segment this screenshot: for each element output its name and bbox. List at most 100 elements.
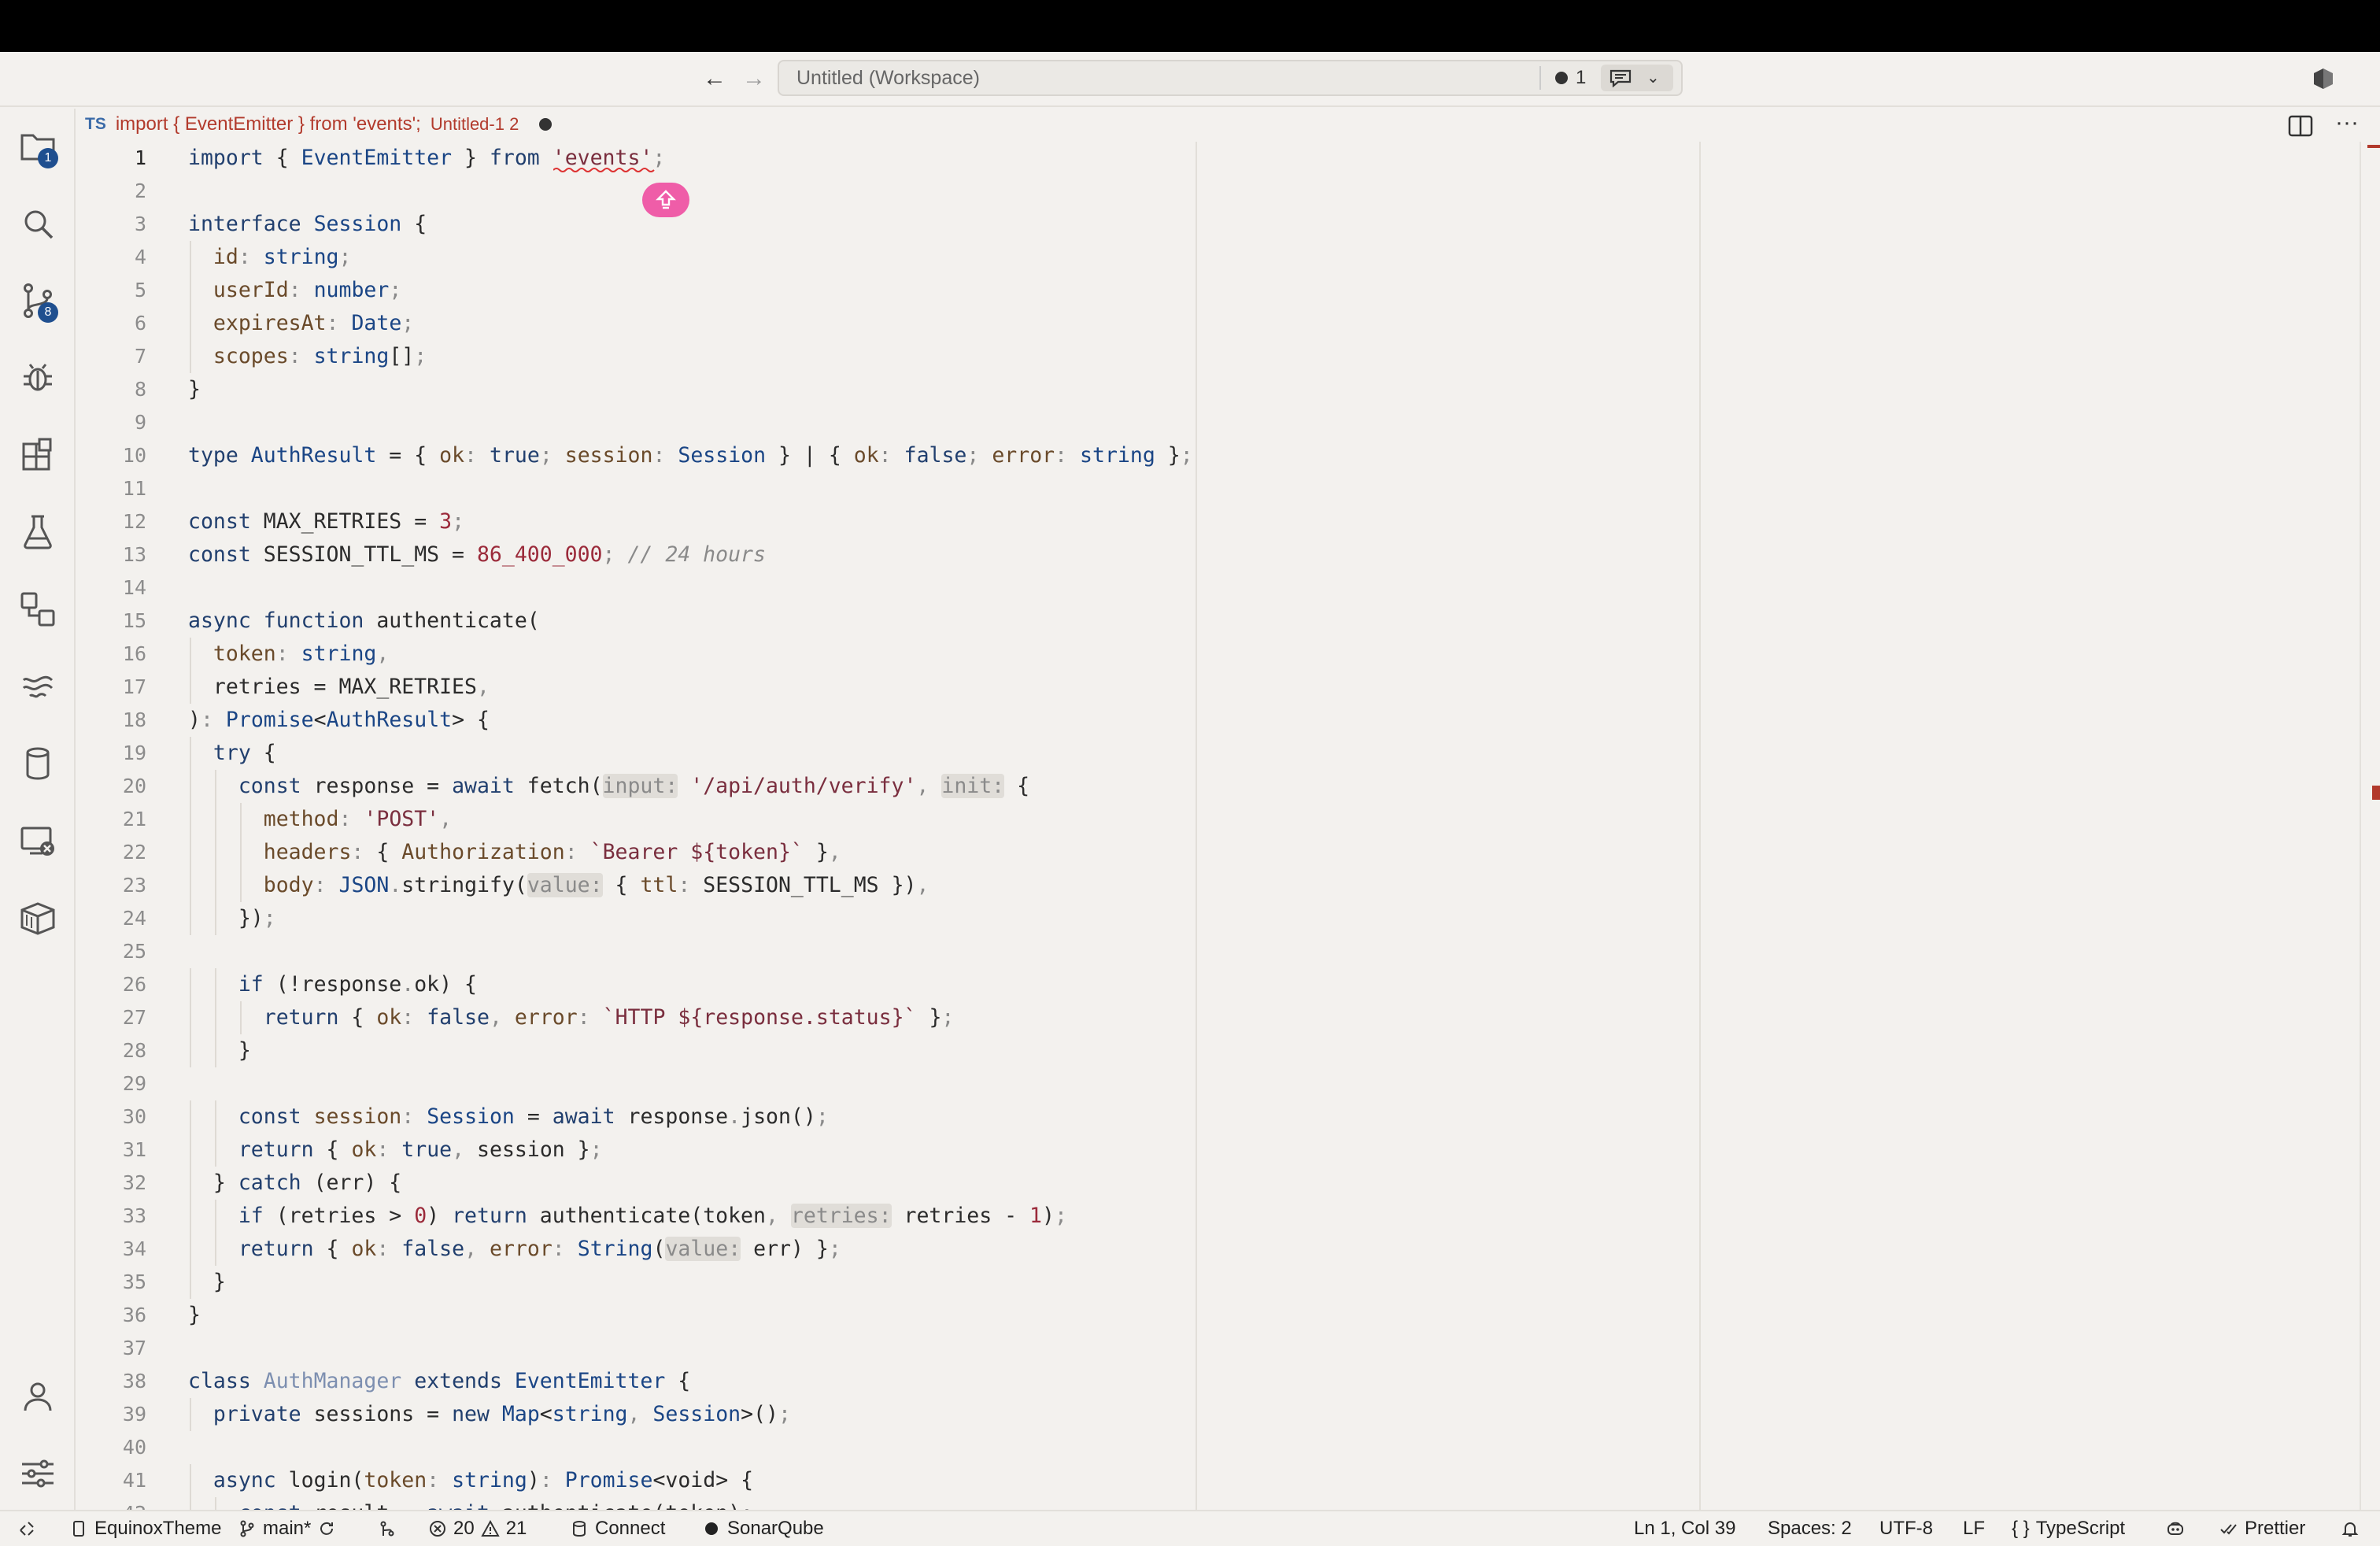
- command-center-title[interactable]: Untitled (Workspace): [796, 61, 980, 94]
- code-line[interactable]: retries = MAX_RETRIES,: [188, 671, 490, 704]
- package-icon[interactable]: [16, 896, 60, 940]
- beaker-icon[interactable]: [16, 510, 60, 554]
- code-area[interactable]: import { EventEmitter } from 'events'; in…: [188, 142, 2313, 1510]
- line-number: 22: [122, 841, 146, 864]
- chevron-down-icon[interactable]: ⌄: [1646, 65, 1660, 91]
- code-line[interactable]: body: JSON.stringify(value: { ttl: SESSI…: [188, 869, 929, 902]
- code-line[interactable]: token: string,: [188, 638, 389, 671]
- language-label: TypeScript: [2035, 1518, 2126, 1539]
- code-line[interactable]: async function authenticate(: [188, 605, 540, 638]
- line-number: 19: [122, 742, 146, 764]
- indent-guide: [214, 902, 216, 935]
- line-number: 3: [134, 213, 146, 235]
- indent-guide: [190, 638, 191, 671]
- code-line[interactable]: if (!response.ok) {: [188, 968, 477, 1001]
- line-number: 34: [122, 1237, 146, 1260]
- more-actions-icon[interactable]: ···: [2331, 111, 2363, 137]
- explorer-files-icon[interactable]: 1: [16, 124, 60, 168]
- git-graph-button[interactable]: [378, 1511, 397, 1546]
- code-line[interactable]: }: [188, 1299, 201, 1332]
- forward-arrow-icon[interactable]: →: [738, 61, 770, 96]
- problems-status[interactable]: 20 21: [428, 1511, 527, 1546]
- remote-indicator[interactable]: [17, 1511, 36, 1546]
- indent-guide: [239, 803, 242, 836]
- code-line[interactable]: async login(token: string): Promise<void…: [188, 1464, 753, 1497]
- search-icon[interactable]: [16, 202, 60, 246]
- tab-title[interactable]: import { EventEmitter } from 'events';: [116, 113, 421, 135]
- branch-indicator[interactable]: main*: [238, 1511, 336, 1546]
- problem-dot-icon: [1555, 72, 1568, 84]
- code-line[interactable]: ): Promise<AuthResult> {: [188, 704, 490, 737]
- cursor-position[interactable]: Ln 1, Col 39: [1634, 1511, 1735, 1546]
- settings-sliders-icon[interactable]: [16, 1452, 60, 1496]
- remote-explorer-icon[interactable]: [16, 587, 60, 631]
- problems-indicator[interactable]: 1: [1555, 61, 1586, 94]
- command-center[interactable]: Untitled (Workspace) 1 ⌄: [778, 60, 1683, 96]
- notifications-button[interactable]: [2341, 1511, 2360, 1546]
- sync-icon[interactable]: [317, 1519, 336, 1538]
- line-number: 15: [122, 609, 146, 632]
- code-line[interactable]: class AuthManager extends EventEmitter {: [188, 1365, 690, 1398]
- code-line[interactable]: const SESSION_TTL_MS = 86_400_000; // 24…: [188, 538, 766, 571]
- code-line[interactable]: }: [188, 1034, 251, 1067]
- code-editor[interactable]: 1 2 3 4 5 6 7 8 9 10 11 12 13 14 15 16 17 18 19 20 21 22 23 24 2…: [77, 142, 2360, 1510]
- indent-guide: [214, 869, 216, 902]
- warning-icon: [481, 1519, 500, 1537]
- wave-icon[interactable]: [16, 664, 60, 708]
- indent-guide: [190, 1167, 191, 1200]
- code-line[interactable]: const MAX_RETRIES = 3;: [188, 505, 464, 538]
- code-line[interactable]: const session: Session = await response.…: [188, 1100, 829, 1134]
- code-line[interactable]: scopes: string[];: [188, 340, 427, 373]
- code-line[interactable]: expiresAt: Date;: [188, 307, 414, 340]
- code-line[interactable]: return { ok: true, session };: [188, 1134, 603, 1167]
- database-icon[interactable]: [16, 742, 60, 786]
- line-number: 39: [122, 1403, 146, 1426]
- sonarqube-status[interactable]: SonarQube: [702, 1511, 824, 1546]
- back-arrow-icon[interactable]: ←: [699, 61, 730, 96]
- copilot-status-icon[interactable]: [2311, 66, 2336, 91]
- line-number: 5: [134, 279, 146, 301]
- code-line[interactable]: interface Session {: [188, 208, 427, 241]
- code-line[interactable]: }: [188, 373, 201, 406]
- indentation-status[interactable]: Spaces: 2: [1768, 1511, 1852, 1546]
- sonarqube-label: SonarQube: [727, 1518, 824, 1539]
- code-line[interactable]: } catch (err) {: [188, 1167, 401, 1200]
- code-line[interactable]: return { ok: false, error: `HTTP ${respo…: [188, 1001, 955, 1034]
- account-icon[interactable]: [16, 1374, 60, 1418]
- code-line[interactable]: const result = await authenticate(token)…: [188, 1497, 753, 1510]
- connect-button[interactable]: Connect: [570, 1511, 665, 1546]
- code-line[interactable]: private sessions = new Map<string, Sessi…: [188, 1398, 791, 1431]
- encoding-status[interactable]: UTF-8: [1879, 1511, 1933, 1546]
- code-line[interactable]: headers: { Authorization: `Bearer ${toke…: [188, 836, 841, 869]
- line-number: 14: [122, 576, 146, 599]
- editor-tab[interactable]: TS import { EventEmitter } from 'events'…: [77, 107, 560, 142]
- indent-guide: [190, 869, 191, 902]
- chat-button[interactable]: ⌄: [1601, 65, 1673, 91]
- language-mode[interactable]: { } TypeScript: [2012, 1511, 2125, 1546]
- code-line[interactable]: }: [188, 1266, 226, 1299]
- code-line[interactable]: if (retries > 0) return authenticate(tok…: [188, 1200, 1067, 1233]
- code-line[interactable]: id: string;: [188, 241, 352, 274]
- line-number: 41: [122, 1469, 146, 1492]
- remote-window-icon[interactable]: [16, 819, 60, 863]
- unsaved-dot-icon[interactable]: [539, 118, 552, 131]
- bug-icon[interactable]: [16, 356, 60, 400]
- source-control-icon[interactable]: 8: [16, 279, 60, 323]
- copilot-status[interactable]: [2166, 1511, 2185, 1546]
- editor-scrollbar[interactable]: [2360, 142, 2380, 1510]
- code-line[interactable]: return { ok: false, error: String(value:…: [188, 1233, 841, 1266]
- split-editor-icon[interactable]: [2287, 113, 2314, 139]
- code-line[interactable]: });: [188, 902, 276, 935]
- code-line[interactable]: type AuthResult = { ok: true; session: S…: [188, 439, 1193, 472]
- code-line[interactable]: userId: number;: [188, 274, 401, 307]
- profile-indicator[interactable]: EquinoxTheme: [69, 1511, 221, 1546]
- indent-guide: [190, 274, 191, 307]
- code-line[interactable]: const response = await fetch(input: '/ap…: [188, 770, 1029, 803]
- prettier-status[interactable]: Prettier: [2219, 1511, 2305, 1546]
- code-line[interactable]: try {: [188, 737, 276, 770]
- eol-status[interactable]: LF: [1963, 1511, 1985, 1546]
- code-line[interactable]: method: 'POST',: [188, 803, 452, 836]
- line-number: 8: [134, 378, 146, 401]
- lightbulb-icon[interactable]: [642, 183, 689, 217]
- extensions-icon[interactable]: [16, 433, 60, 477]
